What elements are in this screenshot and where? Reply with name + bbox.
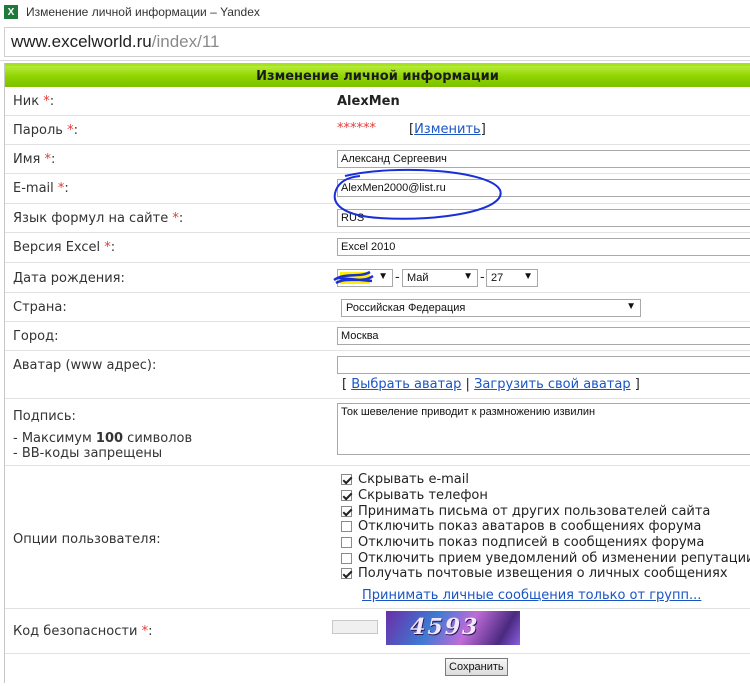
password-label: Пароль *:	[13, 123, 78, 138]
option-item[interactable]: Отключить показ подписей в сообщениях фо…	[341, 535, 750, 551]
form-header: Изменение личной информации	[5, 63, 750, 87]
row-formula-language: Язык формул на сайте *: RUS	[5, 204, 750, 233]
signature-hint-bbcode: - BB-коды запрещены	[13, 446, 163, 461]
user-options-label: Опции пользователя:	[13, 532, 161, 547]
birth-day-select[interactable]: 27 ▼	[486, 269, 538, 287]
signature-label: Подпись:	[13, 409, 76, 424]
country-label: Страна:	[13, 300, 67, 315]
captcha-input[interactable]	[332, 620, 378, 634]
name-input[interactable]: Александ Сергеевич	[337, 150, 750, 168]
row-excel-version: Версия Excel *: Excel 2010	[5, 233, 750, 263]
row-email: E-mail *: AlexMen2000@list.ru	[5, 174, 750, 204]
option-checkbox[interactable]	[341, 521, 352, 533]
options-list: Скрывать e-mail Скрывать телефон Принимать…	[341, 472, 750, 582]
avatar-url-input[interactable]	[337, 356, 750, 374]
captcha-label: Код безопасности *:	[13, 624, 153, 639]
signature-hint-max: - Максимум 100 символов	[13, 431, 193, 446]
window-title-bar: X Изменение личной информации – Yandex	[0, 0, 750, 24]
birth-date-label: Дата рождения:	[13, 271, 125, 286]
option-label: Принимать письма от других пользователей…	[358, 503, 711, 519]
country-select[interactable]: Российская Федерация ▼	[341, 299, 641, 317]
email-label: E-mail *:	[13, 181, 69, 196]
accept-groups-link[interactable]: Принимать личные сообщения только от гру…	[362, 588, 701, 603]
nick-value: AlexMen	[337, 94, 400, 109]
option-item[interactable]: Получать почтовые извещения о личных соо…	[341, 566, 750, 582]
birth-year-select[interactable]: ▼	[337, 269, 393, 287]
birth-month-select[interactable]: Май ▼	[402, 269, 478, 287]
row-name: Имя *: Александ Сергеевич	[5, 145, 750, 174]
row-avatar: Аватар (www адрес): [ Выбрать аватар | З…	[5, 351, 750, 399]
form-header-title: Изменение личной информации	[256, 69, 499, 84]
name-label: Имя *:	[13, 152, 56, 167]
password-mask: ******	[337, 121, 376, 136]
date-separator: -	[395, 270, 400, 285]
excel-version-label: Версия Excel *:	[13, 240, 116, 255]
address-bar[interactable]: www.excelworld.ru/index/11	[4, 27, 750, 57]
row-password: Пароль *: ****** [Изменить]	[5, 116, 750, 145]
row-signature: Подпись: - Максимум 100 символов - BB-ко…	[5, 399, 750, 466]
option-label: Получать почтовые извещения о личных соо…	[358, 566, 728, 582]
profile-form: Изменение личной информации Ник *: AlexM…	[4, 63, 750, 683]
nick-label: Ник *:	[13, 94, 55, 109]
divider	[0, 60, 750, 61]
choose-avatar-link[interactable]: Выбрать аватар	[351, 377, 461, 392]
row-birth-date: Дата рождения: ▼ - Май ▼ - 27 ▼	[5, 263, 750, 293]
row-city: Город: Москва	[5, 322, 750, 351]
option-item[interactable]: Отключить прием уведомлений об изменении…	[341, 550, 750, 566]
city-label: Город:	[13, 329, 59, 344]
row-country: Страна: Российская Федерация ▼	[5, 293, 750, 322]
option-label: Скрывать телефон	[358, 488, 488, 504]
option-checkbox[interactable]	[341, 537, 352, 549]
password-change: [Изменить]	[409, 122, 486, 137]
option-item[interactable]: Скрывать e-mail	[341, 472, 750, 488]
upload-avatar-link[interactable]: Загрузить свой аватар	[474, 377, 631, 392]
option-item[interactable]: Скрывать телефон	[341, 488, 750, 504]
option-label: Отключить показ аватаров в сообщениях фо…	[358, 519, 702, 535]
formula-language-input[interactable]: RUS	[337, 209, 750, 227]
change-password-link[interactable]: Изменить	[414, 122, 481, 137]
signature-textarea[interactable]: Ток шевеление приводит к размножению изв…	[337, 403, 750, 455]
option-label: Отключить прием уведомлений об изменении…	[358, 550, 750, 566]
option-label: Скрывать e-mail	[358, 472, 469, 488]
option-checkbox[interactable]	[341, 490, 352, 502]
excel-version-input[interactable]: Excel 2010	[337, 238, 750, 256]
window-title: Изменение личной информации – Yandex	[26, 5, 260, 19]
address-host: www.excelworld.ru	[11, 32, 152, 51]
option-item[interactable]: Принимать письма от других пользователей…	[341, 503, 750, 519]
email-input[interactable]: AlexMen2000@list.ru	[337, 179, 750, 197]
option-checkbox[interactable]	[341, 474, 352, 486]
city-input[interactable]: Москва	[337, 327, 750, 345]
row-user-options: Опции пользователя: Скрывать e-mail Скрыв…	[5, 466, 750, 609]
date-separator-2: -	[480, 270, 485, 285]
option-checkbox[interactable]	[341, 568, 352, 580]
option-label: Отключить показ подписей в сообщениях фо…	[358, 535, 705, 551]
option-item[interactable]: Отключить показ аватаров в сообщениях фо…	[341, 519, 750, 535]
captcha-image: 4593	[386, 611, 520, 645]
avatar-links: [ Выбрать аватар | Загрузить свой аватар…	[342, 377, 640, 392]
excel-app-icon: X	[4, 5, 18, 19]
option-checkbox[interactable]	[341, 505, 352, 517]
formula-language-label: Язык формул на сайте *:	[13, 211, 184, 226]
option-checkbox[interactable]	[341, 552, 352, 564]
address-path: /index/11	[151, 32, 220, 51]
row-nick: Ник *: AlexMen	[5, 87, 750, 116]
year-highlight	[340, 272, 370, 284]
avatar-label: Аватар (www адрес):	[13, 358, 157, 373]
save-button[interactable]: Сохранить	[445, 658, 508, 676]
